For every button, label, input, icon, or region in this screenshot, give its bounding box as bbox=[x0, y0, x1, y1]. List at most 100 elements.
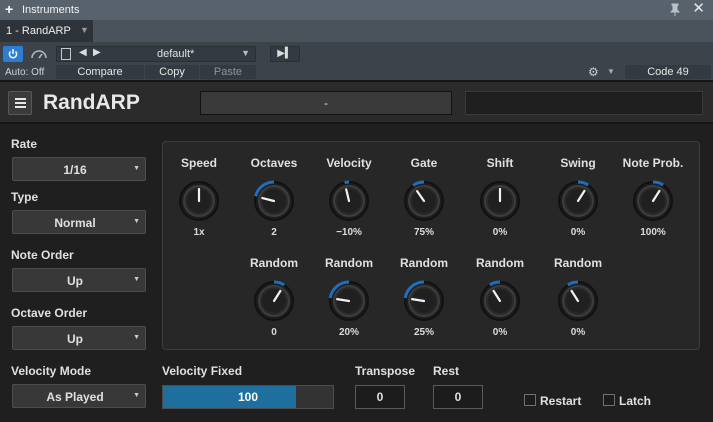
transpose-field[interactable]: 0 bbox=[355, 385, 405, 409]
swing-value: 0% bbox=[570, 227, 586, 238]
previous-preset-icon[interactable]: ◀ bbox=[79, 47, 87, 58]
speed-value: 1x bbox=[193, 227, 205, 238]
rate-label: Rate bbox=[11, 137, 38, 151]
swing-knob[interactable] bbox=[556, 179, 600, 223]
paste-button[interactable]: Paste bbox=[200, 65, 256, 79]
note-order-dropdown[interactable]: Up ▼ bbox=[12, 268, 146, 292]
random-1-value: 0 bbox=[271, 327, 277, 338]
velocity-value: −10% bbox=[336, 227, 362, 238]
close-icon[interactable]: ✕ bbox=[692, 1, 705, 17]
velocity-fixed-slider[interactable]: 100 bbox=[162, 385, 334, 409]
shift-label: Shift bbox=[486, 156, 514, 170]
velocity-fixed-value: 100 bbox=[237, 390, 259, 404]
rest-field[interactable]: 0 bbox=[433, 385, 483, 409]
restart-label: Restart bbox=[540, 394, 582, 408]
random-2-value: 20% bbox=[338, 327, 359, 338]
preset-selector[interactable]: ◀ ▶ default* ▼ bbox=[56, 46, 256, 62]
code-button[interactable]: Code 49 bbox=[625, 65, 711, 79]
menu-line bbox=[15, 102, 26, 104]
add-icon[interactable]: + bbox=[5, 2, 13, 16]
random-1-knob[interactable] bbox=[252, 279, 296, 323]
rate-value: 1/16 bbox=[63, 163, 87, 177]
random-2-knob[interactable] bbox=[327, 279, 371, 323]
random-5-knob[interactable] bbox=[556, 279, 600, 323]
octaves-value: 2 bbox=[271, 227, 277, 238]
compare-button[interactable]: Compare bbox=[56, 65, 144, 79]
rest-label: Rest bbox=[433, 364, 460, 378]
note-order-label: Note Order bbox=[11, 248, 74, 262]
octave-order-label: Octave Order bbox=[11, 306, 88, 320]
velocity-mode-label: Velocity Mode bbox=[11, 364, 92, 378]
random-3-knob[interactable] bbox=[402, 279, 446, 323]
chevron-down-icon[interactable]: ▼ bbox=[607, 67, 615, 76]
gate-label: Gate bbox=[410, 156, 438, 170]
preset-display[interactable]: - bbox=[200, 91, 452, 115]
velocity-knob[interactable] bbox=[327, 179, 371, 223]
note-order-value: Up bbox=[67, 274, 83, 288]
random-1-label: Random bbox=[250, 256, 298, 270]
next-preset-icon[interactable]: ▶ bbox=[93, 47, 101, 58]
random-4-value: 0% bbox=[492, 327, 508, 338]
random-3-label: Random bbox=[400, 256, 448, 270]
menu-button[interactable] bbox=[8, 91, 32, 115]
latch-checkbox[interactable] bbox=[603, 394, 615, 406]
octave-order-dropdown[interactable]: Up ▼ bbox=[12, 326, 146, 350]
type-label: Type bbox=[11, 190, 39, 204]
menu-line bbox=[15, 106, 26, 108]
speed-label: Speed bbox=[180, 156, 217, 170]
preset-name: default* bbox=[157, 48, 195, 60]
power-button[interactable] bbox=[3, 46, 23, 62]
random-5-label: Random bbox=[554, 256, 602, 270]
random-4-knob[interactable] bbox=[478, 279, 522, 323]
swing-label: Swing bbox=[560, 156, 596, 170]
chevron-down-icon[interactable]: ▼ bbox=[241, 48, 250, 58]
shift-value: 0% bbox=[492, 227, 508, 238]
menu-line bbox=[15, 98, 26, 100]
octave-order-value: Up bbox=[67, 332, 83, 346]
note-prob-label: Note Prob. bbox=[622, 156, 684, 170]
plugin-title: RandARP bbox=[43, 91, 140, 114]
velocity-label: Velocity bbox=[326, 156, 372, 170]
document-icon[interactable] bbox=[61, 48, 71, 60]
velocity-mode-dropdown[interactable]: As Played ▼ bbox=[12, 384, 146, 408]
note-prob-knob[interactable] bbox=[631, 179, 675, 223]
octaves-knob[interactable] bbox=[252, 179, 296, 223]
shift-knob[interactable] bbox=[478, 179, 522, 223]
chevron-down-icon: ▼ bbox=[133, 276, 140, 283]
random-4-label: Random bbox=[476, 256, 524, 270]
info-display bbox=[465, 91, 703, 115]
tab-randarp[interactable]: 1 - RandARP ▼ bbox=[0, 20, 93, 42]
chevron-down-icon: ▼ bbox=[133, 392, 140, 399]
load-preset-button[interactable]: ▶▍ bbox=[270, 46, 300, 62]
octaves-label: Octaves bbox=[250, 156, 298, 170]
gear-icon[interactable]: ⚙ bbox=[588, 65, 599, 79]
velocity-fixed-label: Velocity Fixed bbox=[162, 364, 243, 378]
note-prob-value: 100% bbox=[640, 227, 666, 238]
window-titlebar: + Instruments ✕ bbox=[0, 0, 713, 20]
random-5-value: 0% bbox=[570, 327, 586, 338]
copy-button[interactable]: Copy bbox=[145, 65, 199, 79]
random-3-value: 25% bbox=[413, 327, 434, 338]
pin-icon[interactable] bbox=[669, 3, 681, 16]
automation-status: Auto: Off bbox=[5, 67, 45, 78]
velocity-mode-value: As Played bbox=[46, 390, 104, 404]
gate-value: 75% bbox=[413, 227, 434, 238]
latch-label: Latch bbox=[619, 394, 652, 408]
read-automation-icon[interactable] bbox=[27, 46, 51, 62]
tab-label: 1 - RandARP bbox=[6, 25, 71, 37]
speed-knob[interactable] bbox=[177, 179, 221, 223]
transpose-label: Transpose bbox=[355, 364, 416, 378]
power-icon bbox=[8, 49, 18, 59]
chevron-down-icon: ▼ bbox=[133, 218, 140, 225]
tab-bar: 1 - RandARP ▼ bbox=[0, 20, 713, 42]
gate-knob[interactable] bbox=[402, 179, 446, 223]
window-title: Instruments bbox=[22, 4, 80, 16]
plugin-header: RandARP - bbox=[0, 80, 713, 124]
chevron-down-icon: ▼ bbox=[133, 334, 140, 341]
type-dropdown[interactable]: Normal ▼ bbox=[12, 210, 146, 234]
rate-dropdown[interactable]: 1/16 ▼ bbox=[12, 157, 146, 181]
restart-checkbox[interactable] bbox=[524, 394, 536, 406]
plugin-toolbar: Auto: Off ◀ ▶ default* ▼ ▶▍ Compare Copy… bbox=[0, 42, 713, 80]
chevron-down-icon[interactable]: ▼ bbox=[80, 25, 89, 35]
type-value: Normal bbox=[54, 216, 96, 230]
